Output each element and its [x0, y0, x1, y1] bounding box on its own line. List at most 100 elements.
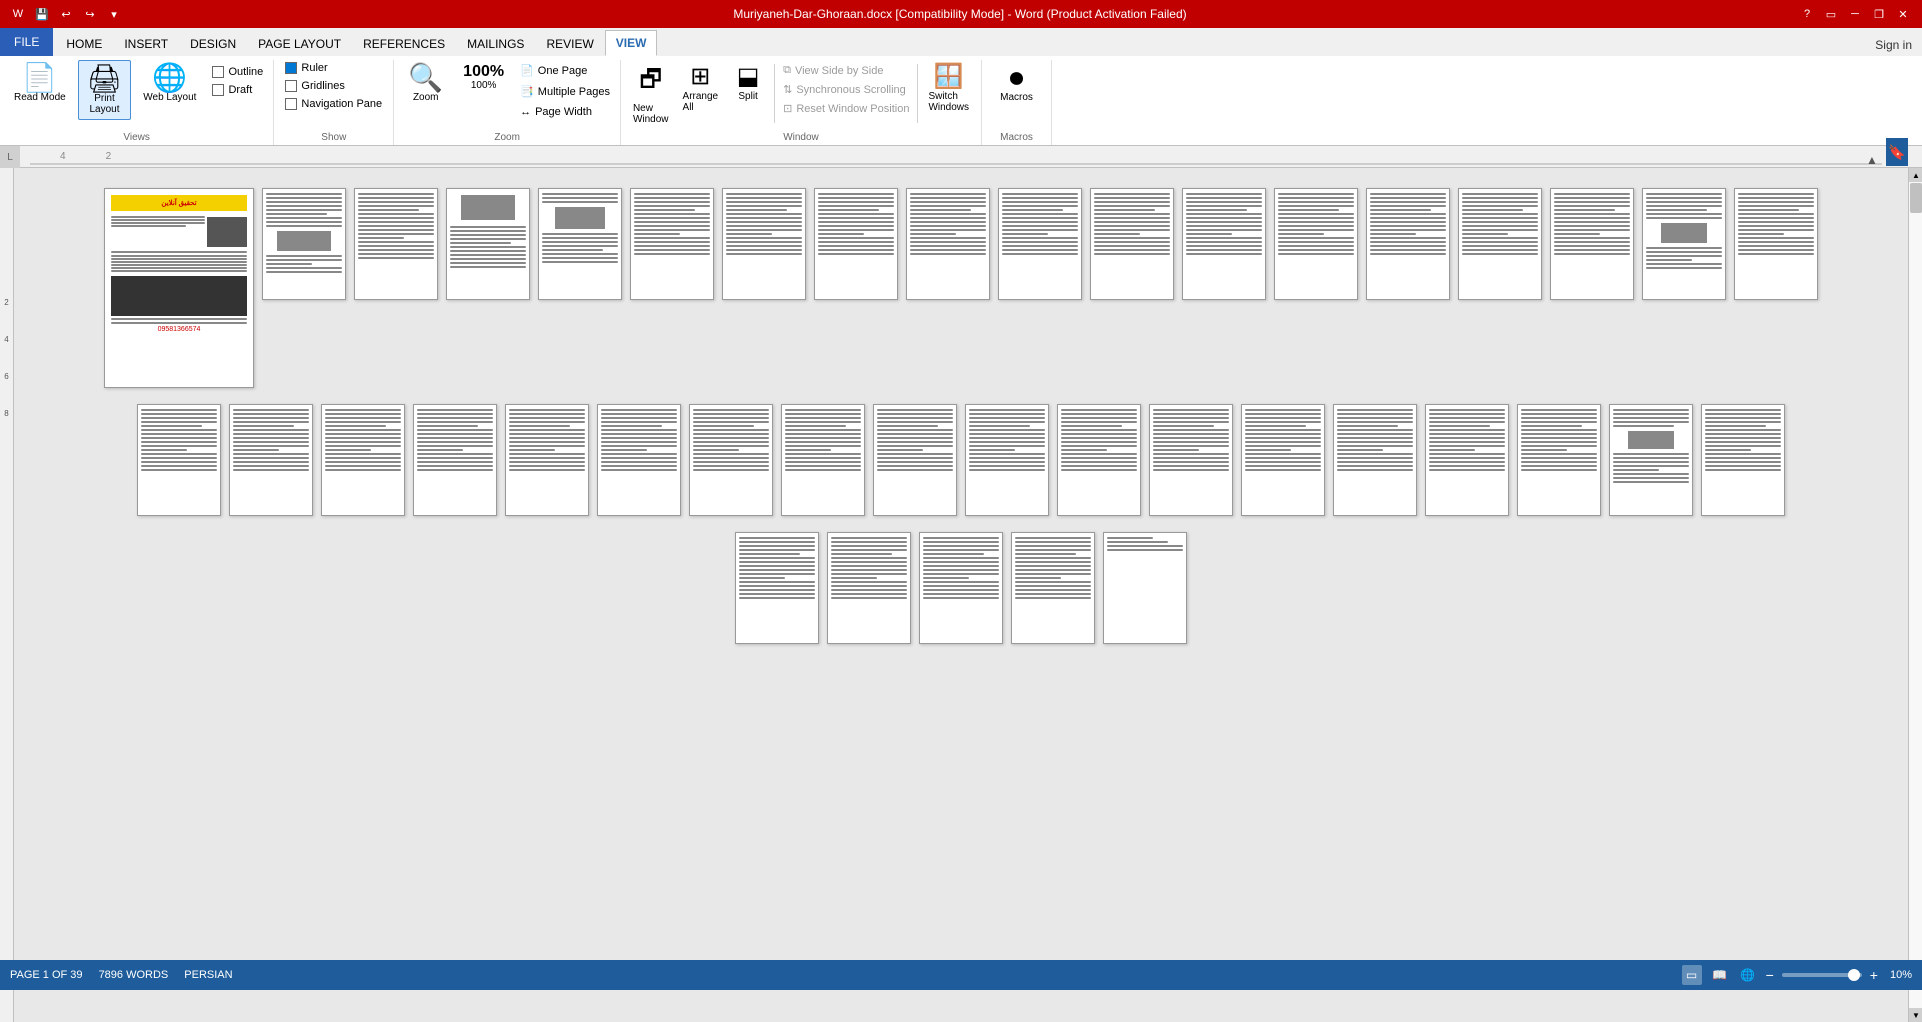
zoom-slider-thumb[interactable] [1848, 969, 1860, 981]
zoom-minus-button[interactable]: − [1766, 967, 1774, 983]
restore-button[interactable]: ❐ [1868, 4, 1890, 24]
view-side-by-side-icon: ⧉ [783, 64, 791, 77]
redo-qat-button[interactable]: ↪ [80, 4, 100, 24]
page-20[interactable] [229, 404, 313, 516]
macros-button[interactable]: ⏺ Macros [992, 60, 1042, 107]
page-13[interactable] [1274, 188, 1358, 300]
page-10[interactable] [998, 188, 1082, 300]
zoom-button[interactable]: 🔍 Zoom [400, 60, 451, 107]
page-8[interactable] [814, 188, 898, 300]
page-4[interactable] [446, 188, 530, 300]
page-28[interactable] [965, 404, 1049, 516]
scroll-thumb[interactable] [1910, 183, 1922, 213]
page-31[interactable] [1241, 404, 1325, 516]
page-3[interactable] [354, 188, 438, 300]
outline-button[interactable]: Outline [208, 64, 267, 80]
page-1-phone: 09581366574 [111, 326, 247, 333]
page-38[interactable] [827, 532, 911, 644]
web-view-button[interactable]: 🌐 [1738, 965, 1758, 985]
switch-windows-button[interactable]: 🪟 SwitchWindows [922, 60, 975, 115]
page-15[interactable] [1458, 188, 1542, 300]
tab-design[interactable]: DESIGN [179, 30, 247, 56]
new-window-button[interactable]: 🗗 NewWindow [627, 60, 675, 127]
page-39[interactable] [919, 532, 1003, 644]
page-24[interactable] [597, 404, 681, 516]
page-40[interactable] [1011, 532, 1095, 644]
page-1[interactable]: تحقیق آنلاین [104, 188, 254, 388]
print-layout-button[interactable]: 🖨 PrintLayout [78, 60, 132, 120]
zoom-100-button[interactable]: 100% 100% [455, 60, 512, 95]
read-view-button[interactable]: 📖 [1710, 965, 1730, 985]
ruler-corner[interactable]: L [0, 146, 20, 168]
page-31-lines [1242, 405, 1324, 475]
gridlines-button[interactable]: Gridlines [281, 78, 386, 94]
tab-mailings[interactable]: MAILINGS [456, 30, 535, 56]
page-34[interactable] [1517, 404, 1601, 516]
scroll-down-button[interactable]: ▼ [1909, 1008, 1922, 1022]
zoom-plus-button[interactable]: + [1870, 967, 1878, 983]
page-16[interactable] [1550, 188, 1634, 300]
page-33[interactable] [1425, 404, 1509, 516]
page-27[interactable] [873, 404, 957, 516]
draft-button[interactable]: Draft [208, 82, 267, 98]
bookmark-button[interactable]: 🔖 [1886, 138, 1908, 166]
minimize-button[interactable]: ─ [1844, 4, 1866, 24]
page-29[interactable] [1057, 404, 1141, 516]
page-12[interactable] [1182, 188, 1266, 300]
read-mode-button[interactable]: 📄 Read Mode [6, 60, 74, 107]
page-18[interactable] [1734, 188, 1818, 300]
signin-button[interactable]: Sign in [1865, 34, 1922, 56]
page-2[interactable] [262, 188, 346, 300]
tab-page-layout[interactable]: PAGE LAYOUT [247, 30, 352, 56]
page-26[interactable] [781, 404, 865, 516]
scroll-track[interactable] [1909, 182, 1922, 1008]
zoom-slider[interactable] [1782, 973, 1862, 977]
page-19[interactable] [137, 404, 221, 516]
page-7[interactable] [722, 188, 806, 300]
web-layout-button[interactable]: 🌐 Web Layout [135, 60, 204, 107]
word-count: 7896 WORDS [99, 969, 169, 981]
page-37[interactable] [735, 532, 819, 644]
one-page-button[interactable]: 📄 One Page [516, 62, 614, 79]
ribbon-display-button[interactable]: ▭ [1820, 4, 1842, 24]
navigation-pane-button[interactable]: Navigation Pane [281, 96, 386, 112]
vertical-ruler: 2 4 6 8 [0, 168, 14, 1022]
tab-view[interactable]: VIEW [605, 30, 658, 56]
page-9[interactable] [906, 188, 990, 300]
save-qat-button[interactable]: 💾 [32, 4, 52, 24]
multiple-pages-button[interactable]: 📑 Multiple Pages [516, 83, 614, 100]
arrange-all-button[interactable]: ⊞ ArrangeAll [677, 60, 725, 115]
page-6[interactable] [630, 188, 714, 300]
page-25[interactable] [689, 404, 773, 516]
page-41[interactable] [1103, 532, 1187, 644]
zoom-level[interactable]: 10% [1890, 969, 1912, 981]
page-17[interactable] [1642, 188, 1726, 300]
page-36[interactable] [1701, 404, 1785, 516]
page-23[interactable] [505, 404, 589, 516]
page-21[interactable] [321, 404, 405, 516]
page-30[interactable] [1149, 404, 1233, 516]
tab-home[interactable]: HOME [55, 30, 113, 56]
page-11[interactable] [1090, 188, 1174, 300]
undo-qat-button[interactable]: ↩ [56, 4, 76, 24]
split-button[interactable]: ⬓ Split [726, 60, 770, 104]
tab-review[interactable]: REVIEW [535, 30, 604, 56]
page-32[interactable] [1333, 404, 1417, 516]
help-button[interactable]: ? [1796, 4, 1818, 24]
print-view-button[interactable]: ▭ [1682, 965, 1702, 985]
scroll-up-button[interactable]: ▲ [1909, 168, 1922, 182]
page-35-img [1628, 431, 1674, 449]
tab-file[interactable]: FILE [0, 28, 53, 56]
ruler-button[interactable]: Ruler [281, 60, 386, 76]
tab-insert[interactable]: INSERT [113, 30, 179, 56]
vertical-scrollbar[interactable]: ▲ ▼ [1908, 168, 1922, 1022]
page-5[interactable] [538, 188, 622, 300]
tab-references[interactable]: REFERENCES [352, 30, 456, 56]
close-button[interactable]: ✕ [1892, 4, 1914, 24]
page-22[interactable] [413, 404, 497, 516]
document-area[interactable]: تحقیق آنلاین [14, 168, 1908, 1022]
page-35[interactable] [1609, 404, 1693, 516]
customize-qat-button[interactable]: ▾ [104, 4, 124, 24]
page-width-button[interactable]: ↔ Page Width [516, 104, 614, 120]
page-14[interactable] [1366, 188, 1450, 300]
